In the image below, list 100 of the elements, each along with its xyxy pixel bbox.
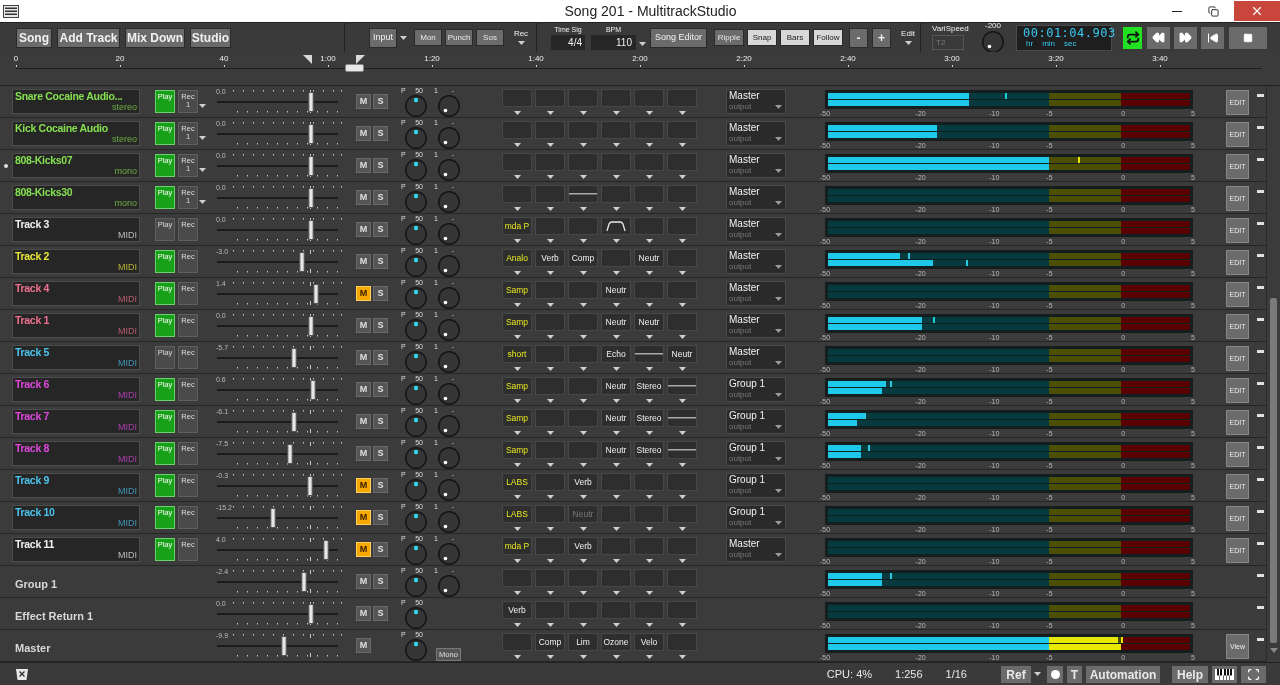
mute-button[interactable]: M bbox=[356, 94, 371, 109]
output-selector[interactable]: Master output bbox=[726, 217, 786, 242]
caret-icon[interactable] bbox=[775, 489, 782, 493]
caret-icon[interactable] bbox=[612, 399, 620, 403]
track-name-box[interactable]: Track 5 MIDI bbox=[12, 345, 140, 370]
caret-icon[interactable] bbox=[513, 623, 521, 627]
ref-button[interactable]: Ref bbox=[1001, 665, 1031, 683]
toggle-button[interactable]: Snap bbox=[747, 29, 777, 46]
caret-icon[interactable] bbox=[513, 303, 521, 307]
caret-icon[interactable] bbox=[513, 591, 521, 595]
solo-button[interactable]: S bbox=[373, 574, 388, 589]
text-button[interactable]: T bbox=[1067, 665, 1082, 683]
mute-button[interactable]: M bbox=[356, 126, 371, 141]
caret-icon[interactable] bbox=[612, 207, 620, 211]
fader-thumb[interactable] bbox=[308, 188, 315, 208]
track-name-box[interactable]: Track 7 MIDI bbox=[12, 409, 140, 434]
pan-knob[interactable] bbox=[404, 254, 428, 278]
pan-knob[interactable] bbox=[404, 414, 428, 438]
mute-button[interactable]: M bbox=[356, 350, 371, 365]
output-selector[interactable]: Group 1 output bbox=[726, 377, 786, 402]
caret-icon[interactable] bbox=[546, 239, 554, 243]
caret-icon[interactable] bbox=[678, 207, 686, 211]
mute-button[interactable]: M bbox=[356, 382, 371, 397]
caret-icon[interactable] bbox=[513, 367, 521, 371]
caret-icon[interactable] bbox=[612, 175, 620, 179]
mute-button[interactable]: M bbox=[356, 478, 371, 493]
pan-knob[interactable] bbox=[404, 318, 428, 342]
caret-icon[interactable] bbox=[612, 367, 620, 371]
mute-button[interactable]: M bbox=[356, 286, 371, 301]
track-name-box[interactable]: 808-Kicks07 mono bbox=[12, 153, 140, 178]
caret-icon[interactable] bbox=[612, 463, 620, 467]
pan-knob[interactable] bbox=[404, 126, 428, 150]
caret-icon[interactable] bbox=[579, 559, 587, 563]
mute-button[interactable]: M bbox=[356, 318, 371, 333]
effect-slot[interactable] bbox=[634, 345, 664, 363]
caret-icon[interactable] bbox=[400, 35, 407, 40]
effect-slot[interactable]: Samp bbox=[502, 313, 532, 331]
volume-knob[interactable] bbox=[437, 478, 461, 502]
caret-icon[interactable] bbox=[639, 41, 646, 46]
mute-button[interactable]: M bbox=[356, 222, 371, 237]
caret-icon[interactable] bbox=[579, 591, 587, 595]
track-name-box[interactable]: Track 10 MIDI bbox=[12, 505, 140, 530]
pan-knob[interactable] bbox=[404, 510, 428, 534]
pan-knob[interactable] bbox=[404, 542, 428, 566]
caret-icon[interactable] bbox=[678, 111, 686, 115]
caret-icon[interactable] bbox=[546, 335, 554, 339]
caret-icon[interactable] bbox=[645, 271, 653, 275]
solo-button[interactable]: S bbox=[373, 446, 388, 461]
caret-icon[interactable] bbox=[775, 265, 782, 269]
caret-icon[interactable] bbox=[612, 559, 620, 563]
caret-icon[interactable] bbox=[579, 495, 587, 499]
caret-icon[interactable] bbox=[513, 495, 521, 499]
effect-slot[interactable]: Verb bbox=[535, 249, 565, 267]
caret-icon[interactable] bbox=[612, 239, 620, 243]
fader-thumb[interactable] bbox=[308, 92, 315, 112]
close-icon[interactable] bbox=[15, 667, 29, 681]
caret-icon[interactable] bbox=[645, 239, 653, 243]
caret-icon[interactable] bbox=[546, 143, 554, 147]
fader-thumb[interactable] bbox=[308, 220, 315, 240]
fullscreen-button[interactable] bbox=[1241, 665, 1266, 683]
caret-icon[interactable] bbox=[612, 495, 620, 499]
effect-slot[interactable]: Echo bbox=[601, 345, 631, 363]
mute-button[interactable]: M bbox=[356, 542, 371, 557]
solo-button[interactable]: S bbox=[373, 414, 388, 429]
track-name-box[interactable]: Snare Cocaine Audio... stereo bbox=[12, 89, 140, 114]
caret-icon[interactable] bbox=[546, 527, 554, 531]
effect-slot[interactable]: Stereo bbox=[634, 409, 664, 427]
caret-icon[interactable] bbox=[579, 527, 587, 531]
volume-knob[interactable] bbox=[437, 510, 461, 534]
volume-knob[interactable] bbox=[437, 222, 461, 246]
effect-slot[interactable]: Comp bbox=[568, 249, 598, 267]
caret-icon[interactable] bbox=[612, 271, 620, 275]
caret-icon[interactable] bbox=[513, 175, 521, 179]
caret-icon[interactable] bbox=[678, 175, 686, 179]
fader-thumb[interactable] bbox=[301, 572, 308, 592]
fader-thumb[interactable] bbox=[286, 444, 293, 464]
effect-slot[interactable]: Verb bbox=[568, 537, 598, 555]
caret-icon[interactable] bbox=[612, 303, 620, 307]
effect-slot[interactable]: mda P bbox=[502, 217, 532, 235]
caret-icon[interactable] bbox=[546, 623, 554, 627]
solo-button[interactable]: S bbox=[373, 190, 388, 205]
caret-icon[interactable] bbox=[645, 431, 653, 435]
caret-icon[interactable] bbox=[546, 111, 554, 115]
volume-knob[interactable] bbox=[437, 446, 461, 470]
output-selector[interactable]: Master output bbox=[726, 537, 786, 562]
pan-knob[interactable] bbox=[404, 382, 428, 406]
effect-slot[interactable]: Neutr bbox=[601, 281, 631, 299]
solo-button[interactable]: S bbox=[373, 542, 388, 557]
volume-knob[interactable] bbox=[437, 318, 461, 342]
stop-button[interactable] bbox=[1229, 26, 1267, 49]
automation-button[interactable]: Automation bbox=[1086, 665, 1160, 683]
forward-button[interactable] bbox=[1174, 26, 1197, 49]
fader-thumb[interactable] bbox=[291, 348, 298, 368]
output-selector[interactable]: Master output bbox=[726, 153, 786, 178]
caret-icon[interactable] bbox=[517, 41, 525, 45]
piano-button[interactable] bbox=[1212, 665, 1237, 683]
caret-icon[interactable] bbox=[678, 431, 686, 435]
start-button[interactable] bbox=[1201, 26, 1224, 49]
pan-knob[interactable] bbox=[404, 158, 428, 182]
caret-icon[interactable] bbox=[775, 105, 782, 109]
